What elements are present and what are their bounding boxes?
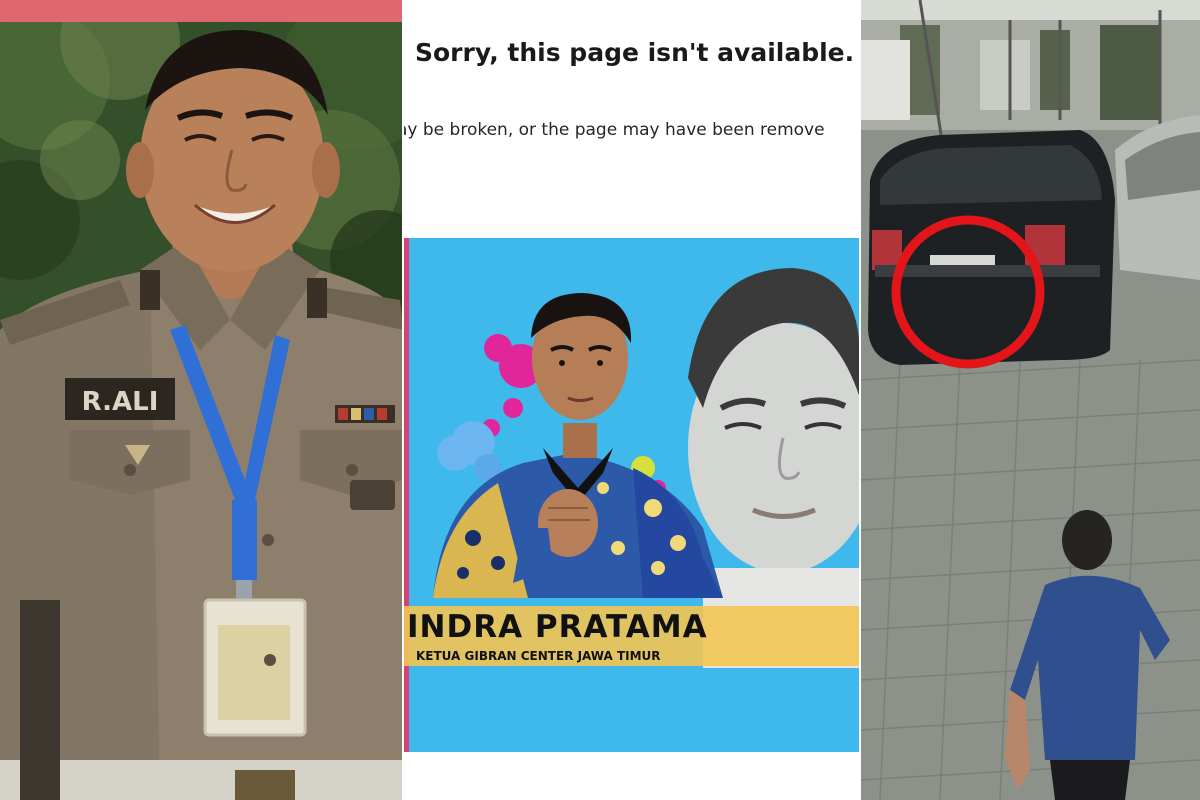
cctv-photo <box>860 0 1200 800</box>
middle-bottom-strip <box>403 752 860 800</box>
poster-name: INDRA PRATAMA <box>407 609 708 645</box>
middle-panel: Sorry, this page isn't available. ay be … <box>403 0 860 800</box>
panel-divider-left <box>402 0 404 800</box>
error-page: Sorry, this page isn't available. ay be … <box>403 0 860 238</box>
pink-top-bar <box>0 0 403 22</box>
campaign-poster: INDRA PRATAMA KETUA GIBRAN CENTER JAWA T… <box>403 238 860 752</box>
officer-photo-panel: R.ALI <box>0 0 403 800</box>
error-title: Sorry, this page isn't available. <box>415 38 855 67</box>
name-tag-text: R.ALI <box>82 387 159 417</box>
poster-art <box>403 238 860 752</box>
poster-role: KETUA GIBRAN CENTER JAWA TIMUR <box>416 649 661 663</box>
error-message: ay be broken, or the page may have been … <box>403 120 825 140</box>
panel-divider-right <box>859 0 861 800</box>
cctv-still-panel <box>860 0 1200 800</box>
officer-photo: R.ALI <box>0 0 403 800</box>
